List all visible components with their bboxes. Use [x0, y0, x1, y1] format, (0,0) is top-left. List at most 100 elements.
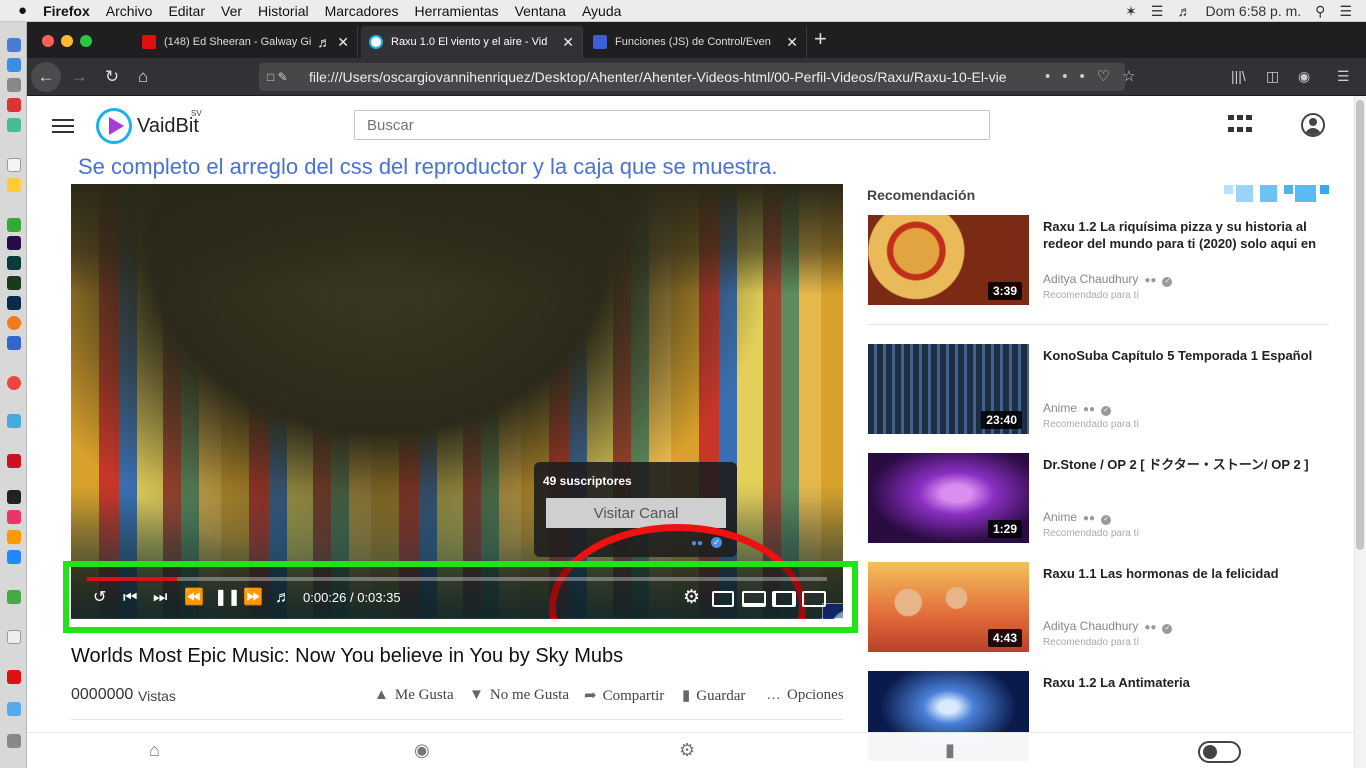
dock-app-icon[interactable]	[7, 336, 21, 350]
reload-icon[interactable]: ↻	[97, 62, 127, 92]
card-title[interactable]: Dr.Stone / OP 2 [ ドクター・ストーン/ OP 2 ]	[1043, 456, 1329, 473]
library-icon[interactable]: |||\	[1231, 68, 1246, 84]
brand-name[interactable]: VaidBit	[137, 115, 199, 138]
recommendation-card[interactable]: 4:43 Raxu 1.1 Las hormonas de la felicid…	[868, 562, 1329, 657]
window-close-button[interactable]	[42, 35, 54, 47]
page-actions-more-icon[interactable]: •••	[1045, 68, 1097, 85]
volume-icon[interactable]: ♬	[1177, 3, 1191, 19]
sidebar-icon[interactable]: ◫	[1266, 68, 1279, 85]
apps-grid-icon[interactable]	[1228, 115, 1252, 135]
dock-app-icon[interactable]	[7, 630, 21, 644]
page-info-icon[interactable]: □ ✎	[267, 70, 288, 84]
video-thumbnail[interactable]: 3:39	[868, 215, 1029, 305]
scrollbar-thumb[interactable]	[1356, 100, 1364, 550]
card-title[interactable]: Raxu 1.2 La riquísima pizza y su histori…	[1043, 218, 1329, 252]
wifi-icon[interactable]: ☰	[1151, 3, 1164, 20]
pocket-icon[interactable]: ♡	[1097, 68, 1122, 85]
bookmark-star-icon[interactable]: ☆	[1122, 68, 1147, 85]
menu-editar[interactable]: Editar	[168, 3, 205, 19]
recommendation-card[interactable]: 3:39 Raxu 1.2 La riquísima pizza y su hi…	[868, 215, 1329, 310]
card-channel[interactable]: Anime ●● ✓	[1043, 401, 1112, 416]
dock-app-icon[interactable]	[7, 590, 21, 604]
photoshop-icon[interactable]	[7, 296, 21, 310]
card-title[interactable]: Raxu 1.1 Las hormonas de la felicidad	[1043, 565, 1329, 582]
back-icon[interactable]: ←	[31, 62, 61, 92]
save-button[interactable]: ▮ Guardar	[682, 686, 745, 705]
video-thumbnail[interactable]: 4:43	[868, 562, 1029, 652]
settings-gear-icon[interactable]: ⚙	[679, 740, 695, 761]
home-icon[interactable]: ⌂	[128, 62, 158, 92]
notification-center-icon[interactable]: ☰	[1339, 3, 1352, 20]
share-button[interactable]: ➦ Compartir	[584, 686, 664, 705]
dock-app-icon[interactable]	[7, 530, 21, 544]
theme-toggle[interactable]	[1198, 741, 1241, 763]
speaker-icon[interactable]: ♬	[317, 34, 331, 50]
dock-app-icon[interactable]	[7, 158, 21, 172]
vaidbit-logo-icon[interactable]	[96, 108, 132, 144]
dock-app-icon[interactable]	[7, 38, 21, 52]
close-tab-icon[interactable]: ✕	[786, 34, 798, 51]
dock-app-icon[interactable]	[7, 414, 21, 428]
dock-app-icon[interactable]	[7, 58, 21, 72]
url-text[interactable]: file:///Users/oscargiovannihenriquez/Des…	[309, 69, 1006, 85]
dock-app-icon[interactable]	[7, 670, 21, 684]
premiere-icon[interactable]	[7, 236, 21, 250]
music-icon[interactable]	[7, 510, 21, 524]
video-frame[interactable]: 49 suscriptores Visitar Canal ●● ✓	[71, 184, 843, 619]
video-thumbnail[interactable]: 1:29	[868, 453, 1029, 543]
like-button[interactable]: ▲ Me Gusta	[374, 686, 454, 704]
trash-icon[interactable]	[7, 734, 21, 748]
dock-app-icon[interactable]	[7, 78, 21, 92]
card-channel[interactable]: Aditya Chaudhury ●● ✓	[1043, 619, 1173, 634]
menu-historial[interactable]: Historial	[258, 3, 309, 19]
dock-app-icon[interactable]	[7, 218, 21, 232]
hamburger-menu-icon[interactable]	[52, 119, 74, 133]
bluetooth-icon[interactable]: ✶	[1125, 3, 1137, 20]
tab-funciones[interactable]: Funciones (JS) de Control/Even ✕	[585, 26, 807, 58]
tab-ed-sheeran[interactable]: (148) Ed Sheeran - Galway Gir ♬ ✕	[134, 26, 358, 58]
visit-channel-button[interactable]: Visitar Canal	[546, 498, 726, 528]
close-tab-icon[interactable]: ✕	[562, 34, 574, 51]
clock[interactable]: Dom 6:58 p. m.	[1205, 3, 1301, 19]
dock-app-icon[interactable]	[7, 454, 21, 468]
menu-icon[interactable]: ☰	[1337, 68, 1350, 85]
app-store-icon[interactable]	[7, 550, 21, 564]
card-channel[interactable]: Anime ●● ✓	[1043, 510, 1112, 525]
user-avatar-icon[interactable]	[1301, 113, 1325, 137]
forward-icon[interactable]: →	[64, 62, 94, 92]
card-channel[interactable]: Aditya Chaudhury ●● ✓	[1043, 272, 1173, 287]
search-input[interactable]	[354, 110, 990, 140]
chrome-icon[interactable]	[7, 376, 21, 390]
new-tab-button[interactable]: +	[814, 26, 827, 52]
account-icon[interactable]: ◉	[1298, 68, 1310, 85]
firefox-icon[interactable]	[7, 316, 21, 330]
library-book-icon[interactable]: ▮	[945, 740, 955, 761]
dock-app-icon[interactable]	[7, 118, 21, 132]
recommendation-card[interactable]: 23:40 KonoSuba Capítulo 5 Temporada 1 Es…	[868, 344, 1329, 439]
card-title[interactable]: KonoSuba Capítulo 5 Temporada 1 Español	[1043, 347, 1329, 364]
video-thumbnail[interactable]: 23:40	[868, 344, 1029, 434]
menu-app-firefox[interactable]: Firefox	[43, 3, 90, 19]
dreamweaver-icon[interactable]	[7, 276, 21, 290]
recommendation-card[interactable]: 1:29 Dr.Stone / OP 2 [ ドクター・ストーン/ OP 2 ]…	[868, 453, 1329, 548]
menu-ayuda[interactable]: Ayuda	[582, 3, 621, 19]
terminal-icon[interactable]	[7, 490, 21, 504]
close-tab-icon[interactable]: ✕	[337, 34, 349, 51]
audition-icon[interactable]	[7, 256, 21, 270]
menu-herramientas[interactable]: Herramientas	[415, 3, 499, 19]
menu-archivo[interactable]: Archivo	[106, 3, 153, 19]
folder-icon[interactable]	[7, 702, 21, 716]
spotlight-search-icon[interactable]: ⚲	[1315, 3, 1325, 20]
menu-ver[interactable]: Ver	[221, 3, 242, 19]
menu-marcadores[interactable]: Marcadores	[325, 3, 399, 19]
profile-icon[interactable]: ◉	[414, 740, 430, 761]
menu-ventana[interactable]: Ventana	[515, 3, 566, 19]
home-icon[interactable]: ⌂	[149, 740, 160, 761]
window-zoom-button[interactable]	[80, 35, 92, 47]
dislike-button[interactable]: ▼ No me Gusta	[469, 686, 569, 704]
options-button[interactable]: … Opciones	[766, 686, 844, 704]
window-minimize-button[interactable]	[61, 35, 73, 47]
dock-app-icon[interactable]	[7, 178, 21, 192]
tab-raxu-active[interactable]: Raxu 1.0 El viento y el aire - Vid ✕	[361, 26, 583, 58]
apple-icon[interactable]: ●	[18, 2, 27, 19]
